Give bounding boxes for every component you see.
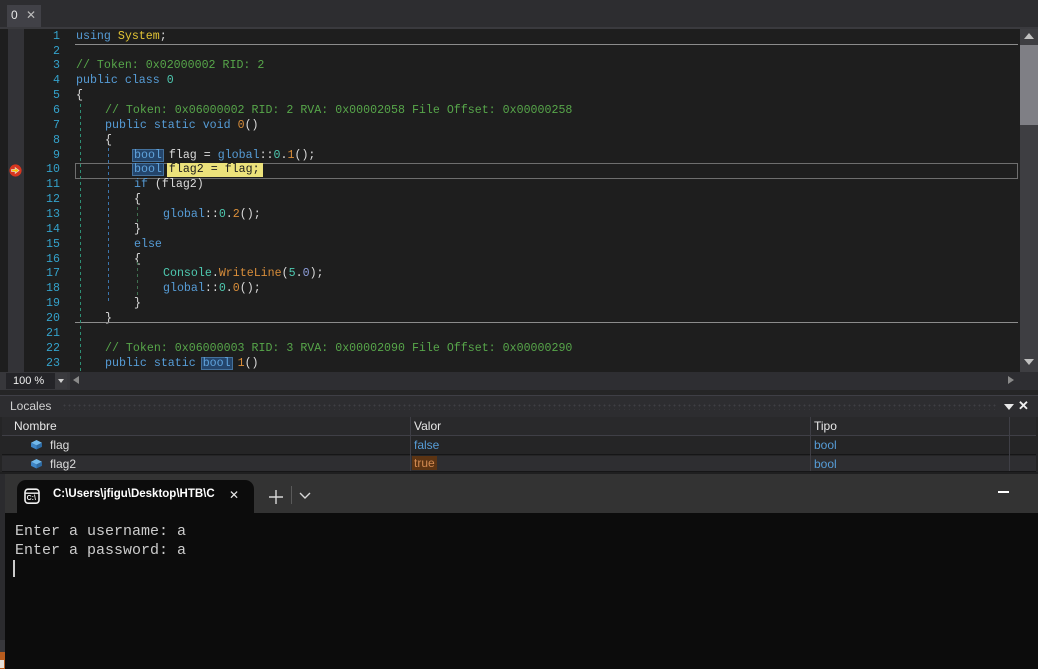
svg-text:C:\: C:\ bbox=[27, 495, 36, 502]
